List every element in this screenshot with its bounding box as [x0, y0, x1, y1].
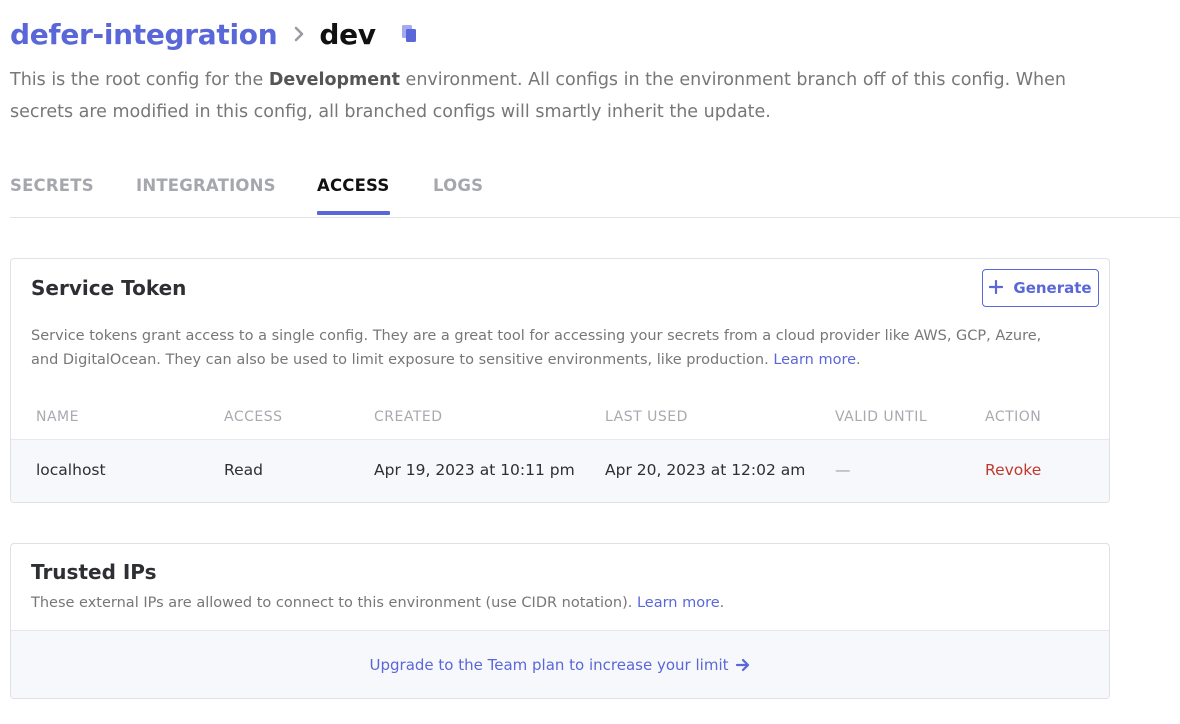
column-header-created: CREATED [374, 409, 443, 425]
token-last-used: Apr 20, 2023 at 12:02 am [605, 461, 806, 479]
token-name: localhost [36, 461, 106, 479]
token-created: Apr 19, 2023 at 10:11 pm [374, 461, 575, 479]
trusted-ips-learn-more-link[interactable]: Learn more [637, 595, 720, 611]
tab-integrations[interactable]: INTEGRATIONS [136, 176, 276, 195]
tab-access[interactable]: ACCESS [317, 176, 390, 215]
project-name-link[interactable]: defer-integration [10, 18, 278, 51]
breadcrumb: defer-integration dev [10, 14, 420, 54]
revoke-button[interactable]: Revoke [985, 461, 1041, 479]
config-name: dev [319, 17, 376, 51]
column-header-name: NAME [36, 409, 79, 425]
column-header-access: ACCESS [224, 409, 283, 425]
trusted-ips-description-text: These external IPs are allowed to connec… [31, 595, 633, 611]
token-valid-until: — [835, 461, 851, 479]
column-header-action: ACTION [985, 409, 1042, 425]
service-token-description: Service tokens grant access to a single … [31, 328, 1042, 368]
environment-name: Development [268, 70, 400, 90]
service-token-description-text: Service tokens grant access to a single … [31, 328, 1042, 368]
table-row: localhost Read Apr 19, 2023 at 10:11 pm … [11, 440, 1109, 502]
table-header: NAME ACCESS CREATED LAST USED VALID UNTI… [11, 405, 1109, 440]
copy-icon[interactable] [400, 24, 420, 44]
learn-more-link[interactable]: Learn more [773, 352, 856, 368]
arrow-right-icon [735, 658, 751, 672]
generate-button[interactable]: Generate [982, 269, 1099, 307]
tab-secrets[interactable]: SECRETS [10, 176, 94, 195]
plus-icon [989, 279, 1004, 298]
token-access: Read [224, 461, 263, 479]
chevron-right-icon [293, 25, 305, 43]
upgrade-link-label: Upgrade to the Team plan to increase you… [369, 656, 729, 674]
trusted-ips-description: These external IPs are allowed to connec… [31, 595, 725, 611]
trusted-ips-card: Trusted IPs These external IPs are allow… [10, 543, 1110, 699]
trusted-ips-title: Trusted IPs [31, 560, 157, 584]
upgrade-banner: Upgrade to the Team plan to increase you… [11, 630, 1109, 698]
upgrade-link[interactable]: Upgrade to the Team plan to increase you… [370, 656, 751, 674]
service-token-title: Service Token [31, 276, 187, 300]
description-text-start: This is the root config for the [10, 70, 269, 90]
column-header-last-used: LAST USED [605, 409, 688, 425]
service-token-card: Service Token Generate Service tokens gr… [10, 258, 1110, 503]
config-description: This is the root config for the Developm… [10, 64, 1110, 128]
tab-logs[interactable]: LOGS [433, 176, 483, 195]
generate-button-label: Generate [1013, 279, 1092, 297]
tab-bar: SECRETS INTEGRATIONS ACCESS LOGS [10, 164, 1180, 218]
column-header-valid-until: VALID UNTIL [835, 409, 928, 425]
